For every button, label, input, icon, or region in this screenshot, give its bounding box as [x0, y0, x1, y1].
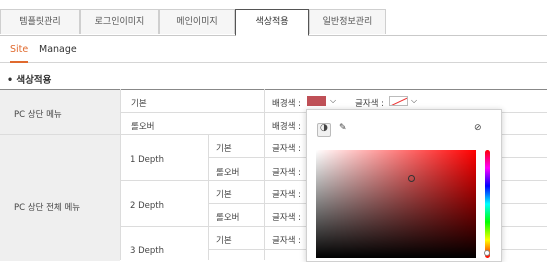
tab-general-info[interactable]: 일반정보관리: [309, 9, 386, 34]
col-divider: [208, 134, 209, 260]
picker-mode-icon: ◑: [320, 123, 328, 133]
color-cursor[interactable]: [408, 175, 415, 182]
label-pc-top-menu: PC 상단 메뉴: [14, 110, 62, 120]
subtab-site[interactable]: Site: [10, 44, 28, 55]
clear-color-icon[interactable]: ⊘: [474, 123, 482, 133]
label-rollover: 롤오버: [216, 168, 240, 178]
label-bg-color: 배경색 :: [272, 99, 302, 109]
text-color-swatch[interactable]: [389, 96, 408, 106]
hue-slider-handle[interactable]: [484, 250, 490, 256]
subtab-divider: [0, 62, 547, 63]
subtab-manage[interactable]: Manage: [39, 44, 77, 55]
label-depth-1: 1 Depth: [130, 155, 164, 165]
label-text-color: 글자색 :: [272, 144, 302, 154]
tab-main-image[interactable]: 메인이미지: [159, 9, 235, 34]
label-basic: 기본: [216, 144, 232, 154]
eyedropper-icon[interactable]: ✎: [339, 123, 347, 133]
label-depth-2: 2 Depth: [130, 201, 164, 211]
chevron-down-icon[interactable]: ⌵: [330, 96, 336, 106]
tab-template[interactable]: 템플릿관리: [0, 9, 80, 34]
label-text-color: 글자색 :: [355, 99, 385, 109]
label-text-color: 글자색 :: [272, 236, 302, 246]
col-divider: [120, 89, 121, 260]
col-divider: [264, 89, 265, 260]
color-picker-popup[interactable]: ◑ ✎ ⊘: [306, 109, 502, 262]
label-text-color: 글자색 :: [272, 190, 302, 200]
tab-color[interactable]: 색상적용: [235, 9, 309, 36]
saturation-area[interactable]: [316, 150, 476, 258]
label-depth-3: 3 Depth: [130, 246, 164, 256]
subtab-active-indicator: [10, 61, 28, 63]
label-rollover: 롤오버: [131, 122, 155, 132]
tab-login-image[interactable]: 로그인이미지: [80, 9, 159, 34]
color-settings-table: [0, 89, 547, 261]
label-rollover: 롤오버: [216, 213, 240, 223]
hue-slider[interactable]: [485, 150, 490, 258]
bg-color-swatch[interactable]: [307, 96, 326, 106]
row-header-pc-top-all-menu: [0, 135, 120, 261]
label-text-color: 글자색 :: [272, 168, 302, 178]
label-basic: 기본: [131, 99, 147, 109]
chevron-down-icon[interactable]: ⌵: [411, 96, 417, 106]
label-pc-top-all-menu: PC 상단 전체 메뉴: [14, 203, 81, 213]
main-tabs: 템플릿관리 로그인이미지 메인이미지 색상적용 일반정보관리: [0, 9, 547, 36]
label-basic: 기본: [216, 190, 232, 200]
section-title: • 색상적용: [7, 75, 52, 86]
label-text-color: 글자색 :: [272, 213, 302, 223]
label-bg-color: 배경색 :: [272, 122, 302, 132]
label-basic: 기본: [216, 236, 232, 246]
